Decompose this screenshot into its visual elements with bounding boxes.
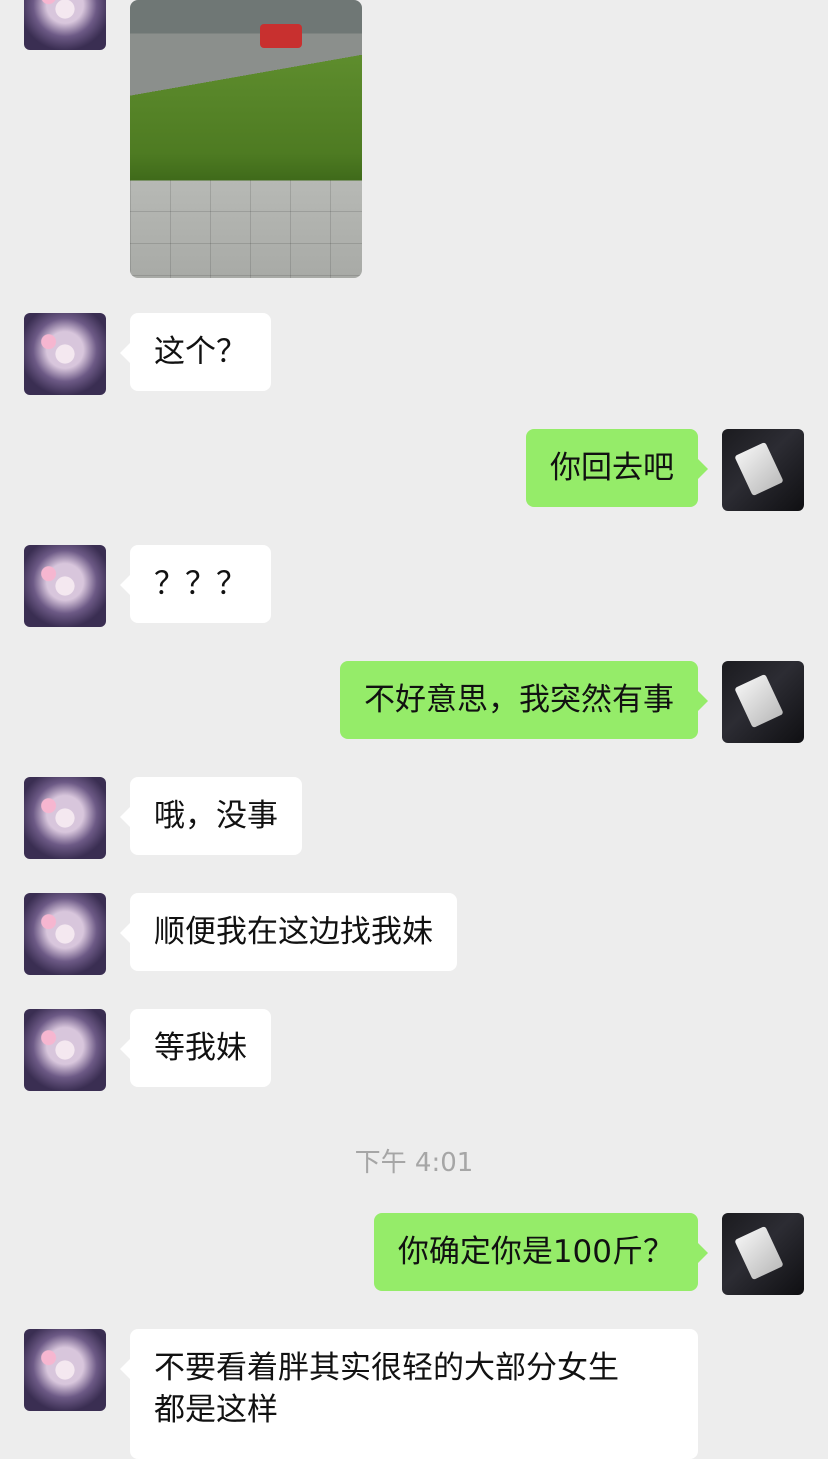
contact-avatar[interactable] — [24, 893, 106, 975]
self-avatar[interactable] — [722, 429, 804, 511]
photo-pavement — [130, 180, 362, 278]
message-bubble-incoming[interactable]: 等我妹 — [120, 1009, 271, 1087]
photo-car — [260, 24, 302, 48]
message-bubble-outgoing[interactable]: 你回去吧 — [526, 429, 708, 507]
contact-avatar[interactable] — [24, 313, 106, 395]
self-avatar[interactable] — [722, 661, 804, 743]
contact-avatar[interactable] — [24, 777, 106, 859]
contact-avatar[interactable] — [24, 1009, 106, 1091]
message-line: 都是这样 — [154, 1392, 278, 1428]
message-bubble-incoming[interactable]: ？？？ — [120, 545, 271, 623]
contact-avatar[interactable] — [24, 0, 106, 50]
contact-avatar[interactable] — [24, 545, 106, 627]
message-timestamp: 下午 4:01 — [354, 1148, 474, 1178]
photo-message[interactable] — [130, 0, 362, 278]
message-bubble-incoming[interactable]: 顺便我在这边找我妹 — [120, 893, 457, 971]
message-line: 不要看着胖其实很轻的大部分女生 — [154, 1350, 619, 1386]
message-bubble-incoming[interactable]: 这个？ — [120, 313, 271, 391]
message-bubble-incoming[interactable]: 哦，没事 — [120, 777, 302, 855]
message-bubble-outgoing[interactable]: 不好意思，我突然有事 — [340, 661, 708, 739]
contact-avatar[interactable] — [24, 1329, 106, 1411]
self-avatar[interactable] — [722, 1213, 804, 1295]
message-bubble-incoming[interactable]: 不要看着胖其实很轻的大部分女生 都是这样 — [120, 1329, 698, 1459]
message-bubble-outgoing[interactable]: 你确定你是100斤？ — [373, 1213, 709, 1291]
